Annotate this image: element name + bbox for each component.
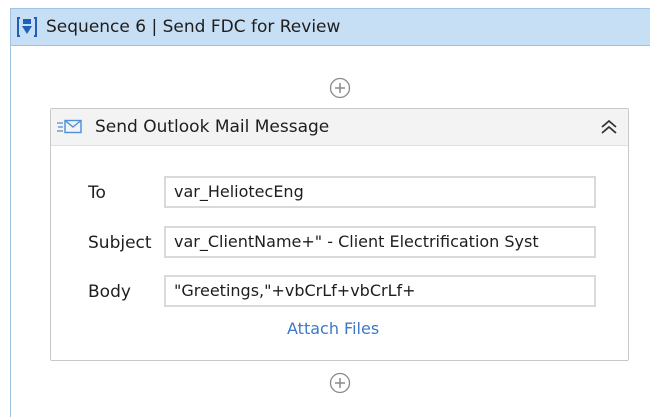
body-label: Body (88, 282, 131, 302)
chevron-double-up-icon[interactable] (599, 118, 619, 136)
subject-label: Subject (88, 233, 152, 253)
activity-header[interactable]: Send Outlook Mail Message (51, 109, 628, 146)
activity-title: Send Outlook Mail Message (95, 117, 330, 137)
send-outlook-mail-activity[interactable]: Send Outlook Mail Message To var_Heliote… (50, 108, 629, 361)
sequence-title: Sequence 6 | Send FDC for Review (46, 17, 341, 37)
attach-files-link[interactable]: Attach Files (287, 319, 379, 339)
sequence-container: Sequence 6 | Send FDC for Review Send Ou… (10, 8, 650, 417)
add-activity-bottom-icon[interactable] (329, 372, 351, 394)
to-label: To (88, 183, 106, 203)
sequence-header[interactable]: Sequence 6 | Send FDC for Review (11, 9, 650, 46)
to-field[interactable]: var_HeliotecEng (164, 176, 596, 208)
subject-field[interactable]: var_ClientName+" - Client Electrificatio… (164, 226, 596, 258)
add-activity-top-icon[interactable] (329, 77, 351, 99)
mail-icon (57, 119, 82, 134)
body-field[interactable]: "Greetings,"+vbCrLf+vbCrLf+ (164, 275, 596, 307)
sequence-icon (17, 17, 37, 37)
